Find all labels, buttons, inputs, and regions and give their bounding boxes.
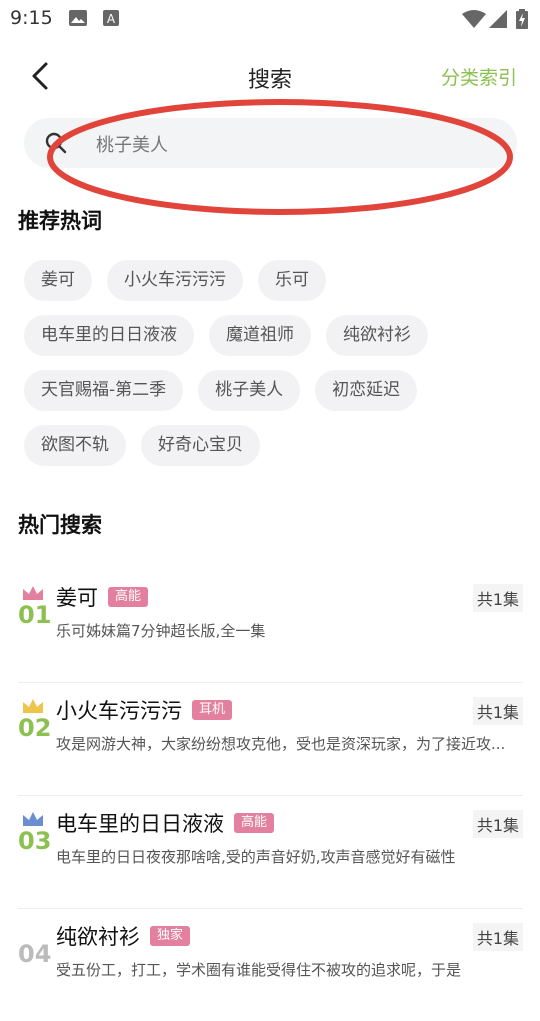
hot-search-title: 热门搜索 bbox=[18, 513, 102, 537]
item-badge: 高能 bbox=[108, 587, 149, 607]
hot-search-item[interactable]: 02 小火车污污污 耳机 共1集 攻是网游大神，大家纷纷想攻克他，受也是资深玩家… bbox=[18, 683, 523, 796]
crown-icon bbox=[23, 812, 43, 826]
hot-word-chip[interactable]: 纯欲衬衫 bbox=[326, 315, 428, 356]
status-time: 9:15 bbox=[10, 7, 53, 29]
hot-search-list: 01 姜可 高能 共1集 乐可姊妹篇7分钟超长版,全一集 02 小火车污污污 耳… bbox=[18, 570, 523, 1021]
status-bar: 9:15 A bbox=[0, 0, 540, 36]
item-description: 乐可姊妹篇7分钟超长版,全一集 bbox=[56, 622, 266, 640]
search-input[interactable]: 桃子美人 bbox=[24, 118, 517, 168]
rank-number: 04 bbox=[18, 940, 52, 968]
hot-word-chip[interactable]: 欲图不轨 bbox=[24, 425, 126, 466]
item-title: 纯欲衬衫 bbox=[56, 925, 140, 949]
chip-row: 欲图不轨 好奇心宝贝 bbox=[24, 425, 524, 466]
hot-word-chip[interactable]: 电车里的日日液液 bbox=[24, 315, 194, 356]
rank: 04 bbox=[18, 923, 52, 968]
item-title: 电车里的日日液液 bbox=[56, 812, 224, 836]
header: 搜索 分类索引 bbox=[0, 50, 540, 104]
wifi-icon bbox=[462, 10, 486, 28]
a-icon: A bbox=[103, 10, 119, 26]
item-badge: 耳机 bbox=[192, 700, 233, 720]
chip-row: 姜可 小火车污污污 乐可 bbox=[24, 260, 524, 301]
battery-icon bbox=[516, 9, 528, 29]
item-title-line: 小火车污污污 耳机 bbox=[56, 695, 233, 725]
hot-word-chip[interactable]: 小火车污污污 bbox=[107, 260, 243, 301]
rank-number: 01 bbox=[18, 601, 52, 629]
hot-word-chip[interactable]: 好奇心宝贝 bbox=[141, 425, 260, 466]
hot-word-chip[interactable]: 姜可 bbox=[24, 260, 92, 301]
crown-icon bbox=[23, 586, 43, 600]
rank: 02 bbox=[18, 697, 52, 742]
episode-count: 共1集 bbox=[472, 697, 523, 725]
item-description: 受五份工，打工，学术圈有谁能受得住不被攻的追求呢，于是 bbox=[56, 961, 462, 979]
item-badge: 独家 bbox=[150, 926, 191, 946]
rank-number: 02 bbox=[18, 714, 52, 742]
rank: 01 bbox=[18, 584, 52, 629]
item-title-line: 电车里的日日液液 高能 bbox=[56, 808, 275, 838]
recommended-words-title: 推荐热词 bbox=[18, 209, 102, 233]
hot-word-chip[interactable]: 魔道祖师 bbox=[209, 315, 311, 356]
item-title-line: 姜可 高能 bbox=[56, 582, 149, 612]
chip-row: 电车里的日日液液 魔道祖师 纯欲衬衫 bbox=[24, 315, 524, 356]
episode-count: 共1集 bbox=[472, 810, 523, 838]
recommended-words: 姜可 小火车污污污 乐可 电车里的日日液液 魔道祖师 纯欲衬衫 天官赐福-第二季… bbox=[24, 260, 524, 480]
rank: 03 bbox=[18, 810, 52, 855]
crown-icon bbox=[23, 699, 43, 713]
svg-text:A: A bbox=[107, 12, 116, 26]
category-index-link[interactable]: 分类索引 bbox=[441, 63, 517, 90]
signal-icon bbox=[489, 10, 507, 28]
hot-word-chip[interactable]: 初恋延迟 bbox=[315, 370, 418, 411]
hot-word-chip[interactable]: 桃子美人 bbox=[198, 370, 301, 411]
search-input-value: 桃子美人 bbox=[96, 135, 168, 156]
item-description: 电车里的日日夜夜那啥啥,受的声音好奶,攻声音感觉好有磁性 bbox=[56, 848, 456, 866]
chip-row: 天官赐福-第二季 桃子美人 初恋延迟 bbox=[24, 370, 524, 411]
image-icon bbox=[69, 10, 87, 26]
search-icon bbox=[45, 132, 67, 154]
hot-search-item[interactable]: 04 纯欲衬衫 独家 共1集 受五份工，打工，学术圈有谁能受得住不被攻的追求呢，… bbox=[18, 909, 523, 1021]
hot-search-item[interactable]: 01 姜可 高能 共1集 乐可姊妹篇7分钟超长版,全一集 bbox=[18, 570, 523, 683]
hot-word-chip[interactable]: 天官赐福-第二季 bbox=[24, 370, 184, 411]
item-badge: 高能 bbox=[234, 813, 275, 833]
episode-count: 共1集 bbox=[472, 923, 523, 951]
hot-search-item[interactable]: 03 电车里的日日液液 高能 共1集 电车里的日日夜夜那啥啥,受的声音好奶,攻声… bbox=[18, 796, 523, 909]
item-description: 攻是网游大神，大家纷纷想攻克他，受也是资深玩家，为了接近攻... bbox=[56, 735, 506, 753]
item-title: 小火车污污污 bbox=[56, 699, 182, 723]
item-title: 姜可 bbox=[56, 586, 98, 610]
episode-count: 共1集 bbox=[472, 584, 523, 612]
rank-number: 03 bbox=[18, 827, 52, 855]
item-title-line: 纯欲衬衫 独家 bbox=[56, 921, 191, 951]
hot-word-chip[interactable]: 乐可 bbox=[258, 260, 326, 301]
